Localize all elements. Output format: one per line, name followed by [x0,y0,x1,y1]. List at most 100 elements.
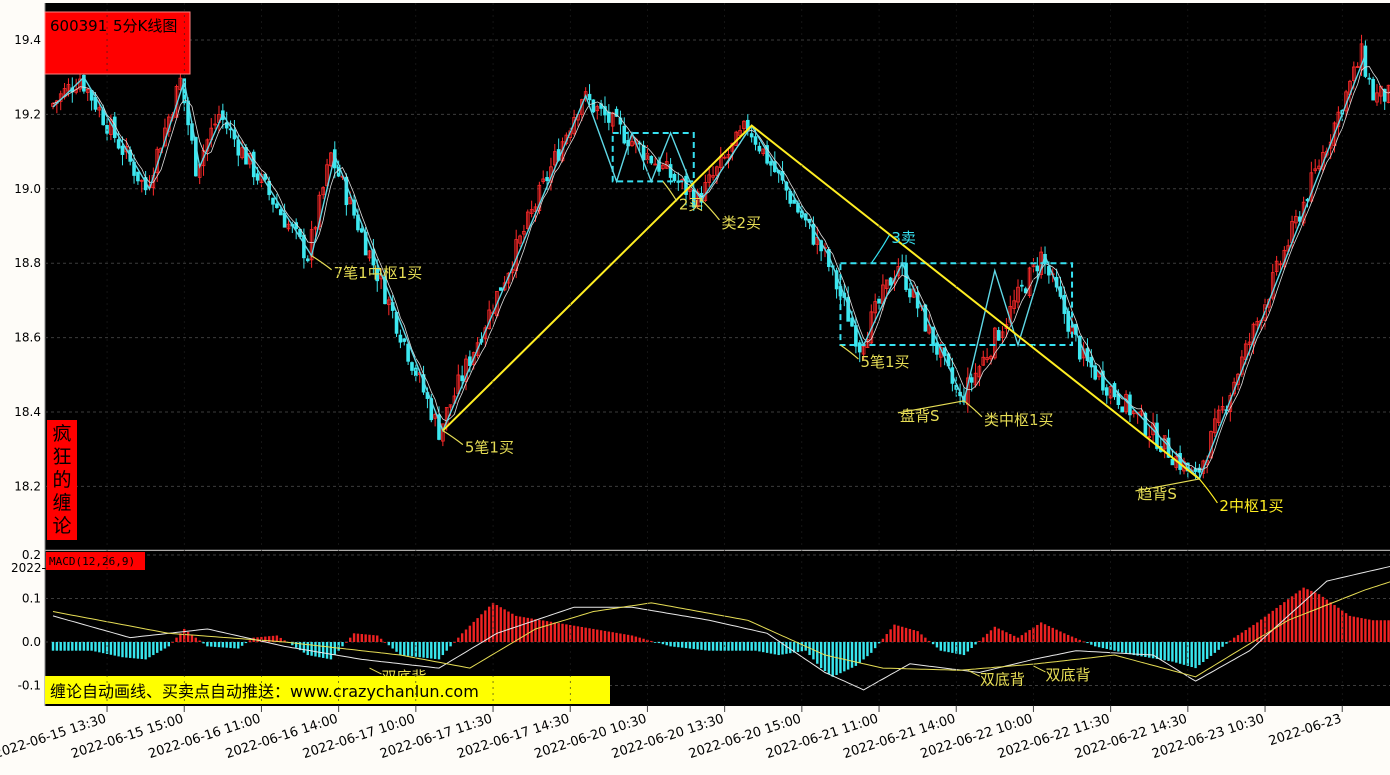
macd-bar [611,632,614,642]
candle-body [1363,45,1368,77]
macd-bar [823,642,827,671]
macd-bar [360,634,363,642]
candle-body [969,377,974,383]
macd-bar [264,636,267,642]
macd-bar [1066,634,1070,642]
macd-bar [572,625,576,642]
macd-bar [970,642,973,648]
macd-bar [1012,635,1016,642]
macd-tick-label: -0.1 [18,679,41,693]
macd-bar [727,642,730,651]
macd-bar [1124,642,1128,654]
macd-bar [912,630,915,642]
candle-body [1020,284,1024,287]
macd-bar [542,620,545,642]
macd-bar [418,642,421,658]
candle-body [271,197,275,205]
candle-body [402,338,407,342]
macd-bar [1163,642,1166,661]
macd-bar [387,642,391,646]
macd-bar [1128,642,1132,655]
macd-bar [1375,620,1379,642]
macd-axis-stub: 2022- [11,561,46,575]
macd-bar [561,623,564,642]
candle-body [996,330,1001,341]
macd-bar [152,642,155,656]
macd-bar [1009,634,1012,642]
macd-bar [1175,642,1178,663]
macd-bar [538,619,541,642]
macd-bar [1136,642,1139,656]
macd-bar [889,629,892,642]
macd-bar [596,629,599,642]
macd-annotation-label: 双底背 [1045,666,1090,684]
macd-bar [758,642,761,652]
macd-bar [657,642,661,644]
macd-bar [522,617,526,642]
macd-bar [1205,642,1209,659]
macd-bar [599,630,603,642]
macd-bar [1113,642,1116,651]
macd-bar [426,642,429,659]
macd-bar [958,642,962,655]
macd-bar [306,642,309,656]
macd-bar [870,642,873,653]
macd-bar [873,642,877,649]
macd-bar [1329,602,1332,642]
macd-bar [322,642,325,658]
macd-bar [592,628,595,642]
candle-body [769,161,773,166]
candle-body [668,164,673,178]
macd-bar [1159,642,1163,660]
macd-bar [457,637,460,642]
macd-bar [55,642,59,651]
annotation-label: 7笔1中枢1买 [334,264,423,282]
macd-bar [1194,642,1197,669]
annotation-label: 3卖 [891,229,916,247]
candle-body [1120,406,1125,413]
macd-bar [877,642,881,644]
macd-bar [843,642,846,672]
macd-bar [1352,616,1356,642]
macd-bar [893,624,896,642]
macd-bar [121,642,124,658]
macd-bar [735,642,738,651]
macd-bar [468,625,472,642]
ticker-code: 600391 [50,17,107,35]
macd-bar [364,634,367,642]
macd-bar [430,642,433,659]
macd-bar [94,642,97,652]
macd-bar [534,619,537,642]
macd-bar [1259,619,1263,642]
macd-bar [951,642,954,653]
macd-bar [920,634,923,642]
side-banner-char: 的 [52,469,71,491]
macd-bar [901,626,904,642]
macd-bar [356,633,360,642]
candle-body [641,145,646,161]
macd-bar [835,642,838,675]
promo-text: 缠论自动画线、买卖点自动推送：www.crazychanlun.com [50,682,479,701]
macd-bar [206,642,209,647]
candle-body [305,258,310,262]
macd-bar [630,635,634,642]
macd-bar [210,642,213,647]
macd-bar [762,642,765,653]
macd-bar [379,638,383,642]
macd-bar [1232,637,1236,642]
macd-bar [98,642,101,653]
chart-title: 5分K线图 [113,17,177,35]
macd-bar [1078,639,1081,642]
macd-bar [1240,632,1244,642]
annotation-label: 趋背S [1137,485,1177,503]
macd-bar [1371,620,1375,642]
macd-bar [1016,637,1020,642]
macd-bar [653,642,657,643]
macd-bar [777,642,780,656]
macd-bar [827,642,831,674]
macd-bar [1383,620,1386,642]
macd-bar [186,631,190,642]
macd-bar [487,606,491,642]
macd-bar [978,640,981,642]
macd-bar [109,642,113,655]
